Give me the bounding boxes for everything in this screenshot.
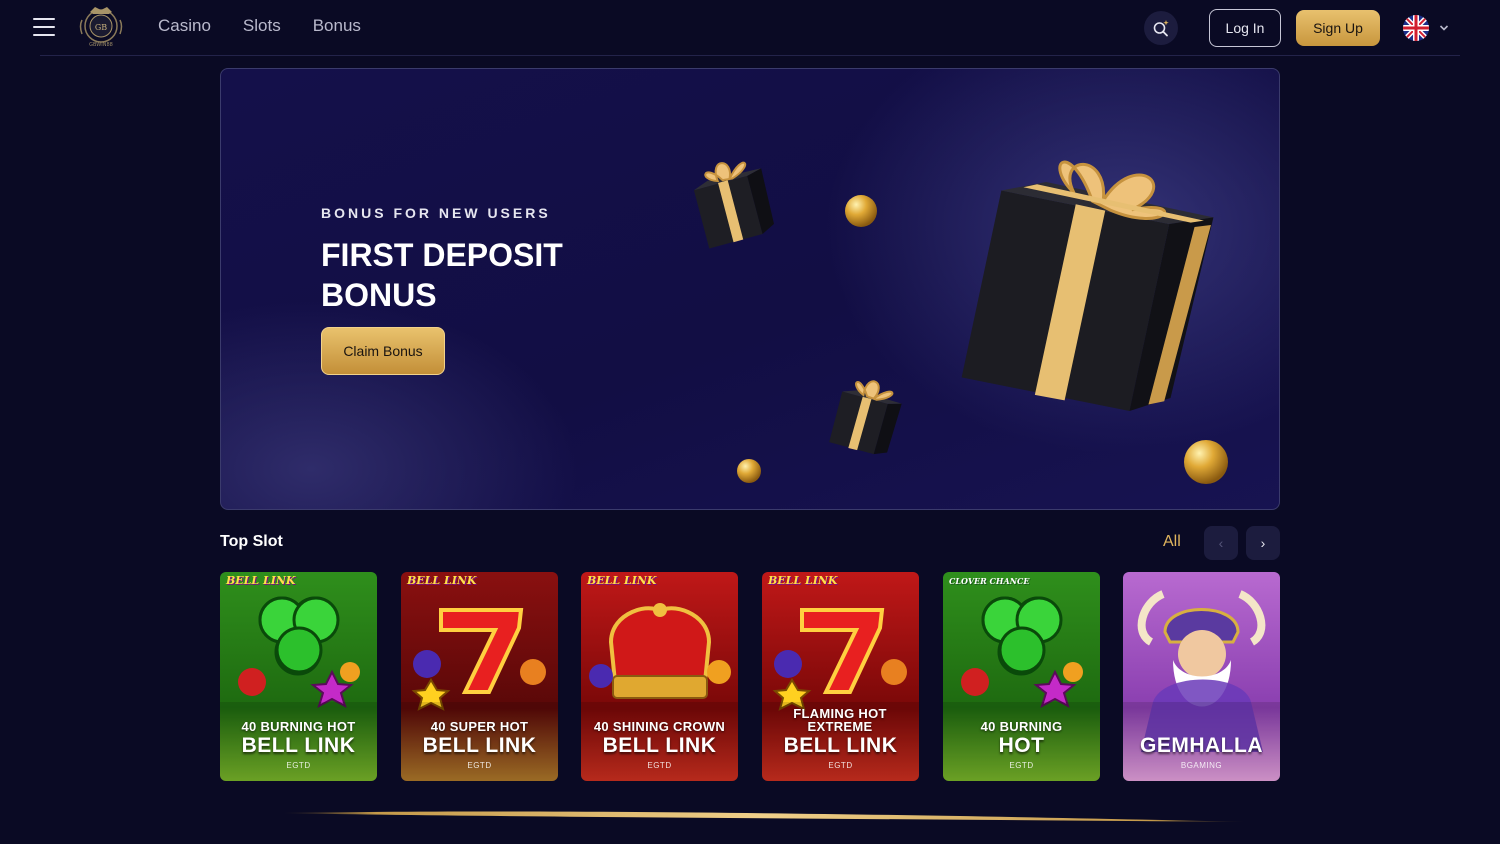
game-provider: BGAMING (1180, 761, 1223, 770)
game-provider: EGTD (828, 761, 853, 770)
game-title-line1: 40 BURNING HOT (241, 719, 356, 734)
game-provider: EGTD (467, 761, 492, 770)
gift-box-small-icon (829, 380, 902, 455)
provider-badge: BELL LINK (226, 574, 296, 587)
nav-bonus[interactable]: Bonus (313, 16, 361, 36)
game-card[interactable]: GEMHALLA BGAMING (1123, 572, 1280, 781)
claim-bonus-button[interactable]: Claim Bonus (321, 327, 445, 375)
game-title-line1: 40 SHINING CROWN (593, 719, 726, 734)
language-selector[interactable] (1403, 15, 1449, 41)
game-title-line2: BELL LINK (422, 734, 537, 757)
banner-subtitle: BONUS FOR NEW USERS (321, 205, 551, 221)
game-title-line1: 40 SUPER HOT (430, 719, 529, 734)
banner-title: FIRST DEPOSIT BONUS (321, 237, 563, 313)
game-card[interactable]: BELL LINK 40 SHINING CROWN BELL LINK EGT… (581, 572, 738, 781)
game-card[interactable]: CLOVER CHANCE 40 BURNING HOT EGTD (943, 572, 1100, 781)
provider-badge: CLOVER CHANCE (949, 576, 1030, 586)
main-nav: Casino Slots Bonus (158, 16, 361, 36)
game-card[interactable]: BELL LINK 40 BURNING HOT BELL LINK EGTD (220, 572, 377, 781)
signup-button[interactable]: Sign Up (1296, 10, 1380, 46)
svg-text:GB: GB (95, 23, 107, 32)
view-all-link[interactable]: All (1163, 533, 1181, 551)
provider-badge: BELL LINK (407, 574, 477, 587)
gold-coin-icon (1184, 440, 1228, 484)
chevron-down-icon (1439, 25, 1449, 31)
game-provider: EGTD (647, 761, 672, 770)
search-icon (1153, 20, 1169, 37)
section-title: Top Slot (220, 533, 283, 550)
gold-coin-icon (845, 195, 877, 227)
provider-badge: BELL LINK (768, 574, 838, 587)
game-title-line1: 40 BURNING (980, 719, 1063, 734)
game-card[interactable]: BELL LINK 40 SUPER HOT BELL LINK EGTD (401, 572, 558, 781)
game-card[interactable]: BELL LINK FLAMING HOT EXTREME BELL LINK … (762, 572, 919, 781)
site-header: GB GBWIN88 Casino Slots Bonus Log In Sig… (0, 0, 1500, 56)
search-button[interactable] (1144, 11, 1178, 45)
brand-logo[interactable]: GB GBWIN88 (76, 4, 126, 50)
next-button[interactable]: › (1246, 526, 1280, 560)
nav-casino[interactable]: Casino (158, 16, 211, 36)
provider-badge: BELL LINK (587, 574, 657, 587)
gift-box-large-icon (961, 160, 1214, 411)
gold-coin-icon (737, 459, 761, 483)
game-title-line2: BELL LINK (783, 734, 898, 757)
login-button[interactable]: Log In (1209, 9, 1281, 47)
uk-flag-icon (1403, 15, 1429, 41)
game-title-line2: BELL LINK (241, 734, 356, 757)
header-divider (40, 55, 1460, 56)
game-title-line2: HOT (998, 734, 1045, 757)
game-provider: EGTD (1009, 761, 1034, 770)
menu-icon[interactable] (33, 18, 55, 36)
svg-text:GBWIN88: GBWIN88 (89, 42, 113, 48)
game-title-line2: BELL LINK (602, 734, 717, 757)
game-provider: EGTD (286, 761, 311, 770)
gold-divider (280, 811, 1248, 822)
game-title-line1: FLAMING HOT EXTREME (793, 706, 887, 734)
promo-banner: BONUS FOR NEW USERS FIRST DEPOSIT BONUS … (220, 68, 1280, 510)
prev-button[interactable]: ‹ (1204, 526, 1238, 560)
game-title-line2: GEMHALLA (1140, 734, 1263, 757)
nav-slots[interactable]: Slots (243, 16, 281, 36)
slot-carousel: BELL LINK 40 BURNING HOT BELL LINK EGTD … (220, 572, 1280, 781)
gift-box-small-icon (693, 161, 774, 249)
